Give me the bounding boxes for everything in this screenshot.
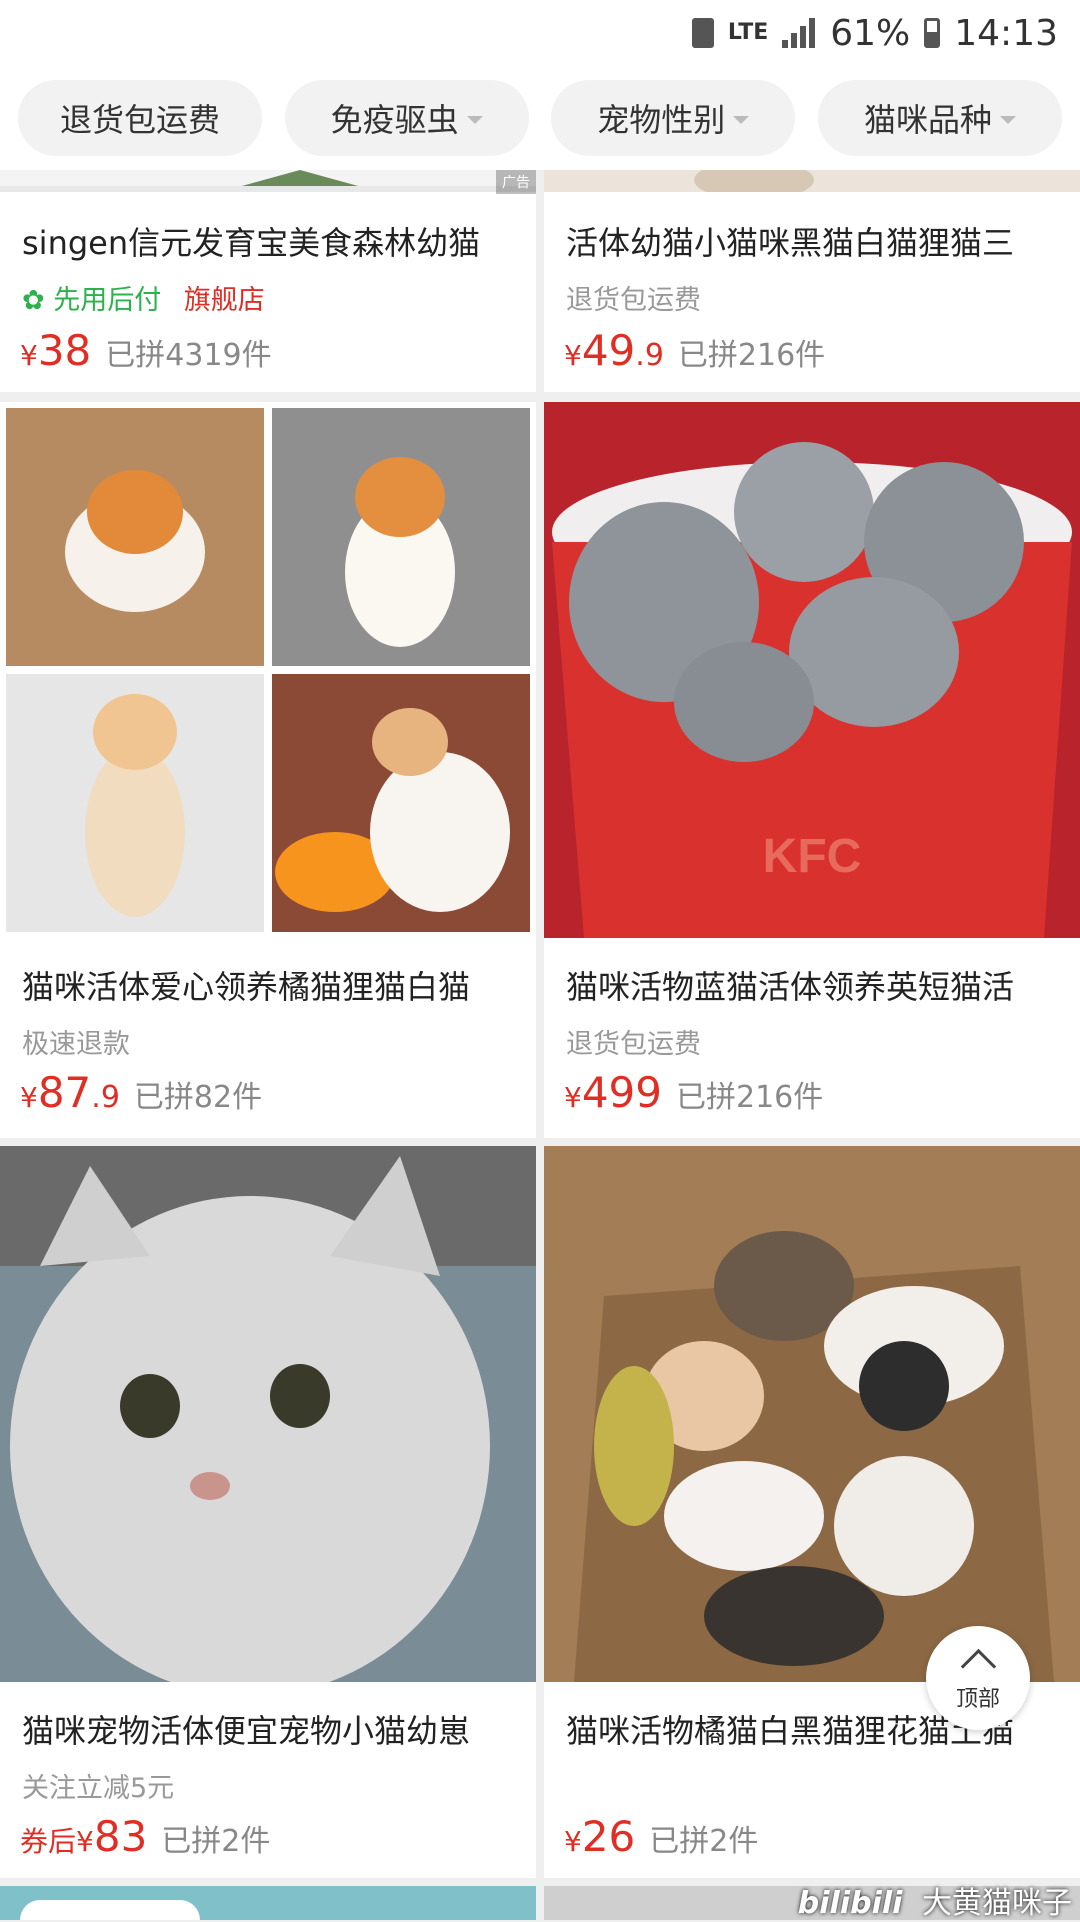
- product-feed[interactable]: 广告 singen信元发育宝美食森林幼猫 ✿ 先用后付 旗舰店 ¥ 38 已拼4…: [0, 170, 1080, 1920]
- watermark-text: 大黄猫咪子: [922, 1886, 1072, 1921]
- price-row: ¥ 26 已拼2件: [564, 1812, 758, 1861]
- product-title: 活体幼猫小猫咪黑猫白猫狸猫三: [566, 224, 1015, 262]
- filter-chip-vaccination[interactable]: 免疫驱虫: [284, 80, 529, 156]
- product-card[interactable]: [0, 1886, 536, 1920]
- product-title: 猫咪宠物活体便宜宠物小猫幼崽: [22, 1712, 471, 1750]
- price-row: ¥ 87 .9 已拼82件: [20, 1068, 262, 1117]
- sim-icon: [691, 18, 714, 48]
- battery-percent: 61%: [830, 12, 911, 54]
- caret-down-icon: [733, 116, 750, 124]
- video-watermark: bilibili 大黄猫咪子: [798, 1878, 1072, 1922]
- sold-count: 已拼2件: [161, 1824, 271, 1859]
- product-image: [0, 170, 536, 192]
- status-bar: LTE 61% 14:13: [0, 0, 1080, 66]
- caret-down-icon: [466, 116, 483, 124]
- product-title: 猫咪活体爱心领养橘猫狸猫白猫: [22, 968, 471, 1006]
- price-row: ¥ 499 已拼216件: [564, 1068, 823, 1117]
- product-image: [544, 170, 1080, 192]
- tag-pay-later: 先用后付: [53, 285, 162, 316]
- currency-symbol: ¥: [76, 1825, 94, 1858]
- bilibili-logo: bilibili: [797, 1886, 903, 1921]
- price-integer: 83: [93, 1812, 148, 1861]
- sold-count: 已拼216件: [677, 338, 826, 373]
- clock: 14:13: [954, 12, 1058, 54]
- filter-chip-label: 免疫驱虫: [330, 101, 459, 139]
- product-image: KFC: [544, 402, 1080, 938]
- coupon-price-prefix: 券后: [20, 1825, 77, 1858]
- price-integer: 87: [37, 1068, 92, 1117]
- sold-count: 已拼82件: [133, 1080, 263, 1115]
- currency-symbol: ¥: [564, 1825, 582, 1858]
- filter-chip-cat-breed[interactable]: 猫咪品种: [817, 80, 1062, 156]
- product-tag: 退货包运费: [566, 285, 701, 316]
- sold-count: 已拼4319件: [105, 338, 272, 373]
- tag-flagship: 旗舰店: [183, 285, 265, 316]
- sold-count: 已拼2件: [649, 1824, 759, 1859]
- product-card[interactable]: 猫咪活体爱心领养橘猫狸猫白猫 极速退款 ¥ 87 .9 已拼82件: [0, 402, 536, 1138]
- pay-later-icon: ✿: [22, 285, 45, 316]
- price-integer: 38: [37, 326, 92, 375]
- product-title: 猫咪活物蓝猫活体领养英短猫活: [566, 968, 1015, 1006]
- signal-icon: [782, 18, 816, 48]
- product-image: [0, 1146, 536, 1682]
- price-decimal: .9: [91, 1080, 120, 1115]
- product-card[interactable]: 猫咪宠物活体便宜宠物小猫幼崽 关注立减5元 券后 ¥ 83 已拼2件: [0, 1146, 536, 1878]
- product-title: singen信元发育宝美食森林幼猫: [22, 224, 481, 262]
- filter-chip-label: 退货包运费: [59, 101, 220, 139]
- product-card[interactable]: 广告 singen信元发育宝美食森林幼猫 ✿ 先用后付 旗舰店 ¥ 38 已拼4…: [0, 170, 536, 392]
- price-row: ¥ 49 .9 已拼216件: [564, 326, 825, 375]
- product-tag-follow-discount: 关注立减5元: [22, 1773, 175, 1804]
- ad-label: 广告: [496, 170, 536, 194]
- caret-down-icon: [999, 116, 1016, 124]
- price-row: ¥ 38 已拼4319件: [20, 326, 272, 375]
- back-to-top-button[interactable]: 顶部: [926, 1626, 1030, 1730]
- product-card[interactable]: KFC 猫咪活物蓝猫活体领养英短猫活 退货包运费 ¥ 499 已拼216件: [544, 402, 1080, 1138]
- product-image: [544, 1146, 1080, 1682]
- price-integer: 499: [581, 1068, 662, 1117]
- back-to-top-label: 顶部: [955, 1686, 1000, 1712]
- product-tag: 极速退款: [22, 1029, 130, 1060]
- filter-chip-pet-gender[interactable]: 宠物性别: [551, 80, 796, 156]
- price-row: 券后 ¥ 83 已拼2件: [20, 1812, 270, 1861]
- product-card[interactable]: 猫咪活物橘猫白黑猫狸花猫土猫 ¥ 26 已拼2件: [544, 1146, 1080, 1878]
- product-image: [0, 402, 536, 938]
- currency-symbol: ¥: [20, 1081, 38, 1114]
- chevron-up-icon: [960, 1648, 996, 1684]
- price-integer: 26: [581, 1812, 636, 1861]
- price-integer: 49: [581, 326, 636, 375]
- sold-count: 已拼216件: [676, 1080, 824, 1115]
- currency-symbol: ¥: [564, 1081, 582, 1114]
- network-type: LTE: [727, 20, 769, 45]
- filter-chip-label: 猫咪品种: [863, 101, 992, 139]
- filter-bar: 退货包运费 免疫驱虫 宠物性别 猫咪品种: [0, 66, 1080, 170]
- product-image-banner: [20, 1900, 200, 1920]
- filter-chip-label: 宠物性别: [597, 101, 726, 139]
- currency-symbol: ¥: [20, 339, 38, 372]
- price-decimal: .9: [635, 338, 664, 373]
- product-tag: 退货包运费: [566, 1029, 701, 1060]
- product-card[interactable]: 活体幼猫小猫咪黑猫白猫狸猫三 退货包运费 ¥ 49 .9 已拼216件: [544, 170, 1080, 392]
- battery-icon: [924, 18, 941, 48]
- currency-symbol: ¥: [564, 339, 582, 372]
- filter-chip-free-return[interactable]: 退货包运费: [18, 80, 262, 156]
- product-tags: ✿ 先用后付 旗舰店: [22, 278, 265, 317]
- bucket-logo-text: KFC: [763, 830, 862, 883]
